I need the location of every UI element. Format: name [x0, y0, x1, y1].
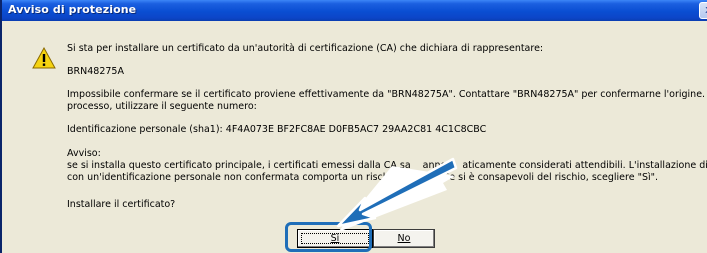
annotation-arrow-icon [336, 157, 458, 232]
